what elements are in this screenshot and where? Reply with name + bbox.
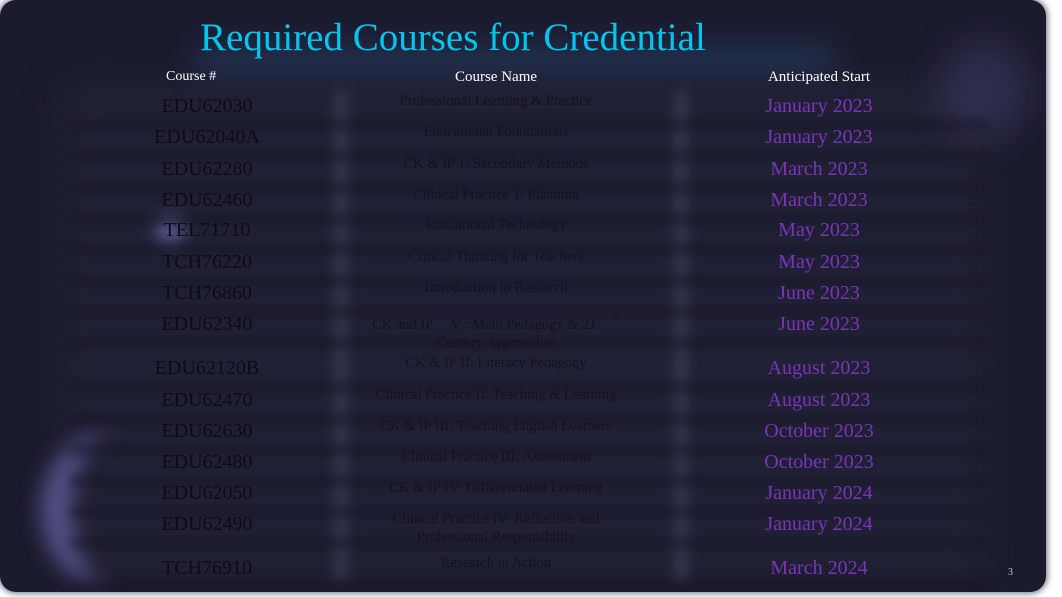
header-anticipated-start: Anticipated Start xyxy=(767,69,871,85)
course-code: EDU62280 xyxy=(161,158,253,180)
course-code: EDU62120B xyxy=(154,357,260,379)
course-name-text: Clinical Practice III: Assessment xyxy=(401,449,591,465)
course-name: CK and IP V : Math Pedagogy & 21 st Centur… xyxy=(340,310,652,352)
course-code: TCH76860 xyxy=(162,282,252,304)
course-name-text: Clinical Practice 1: Planning xyxy=(412,187,580,203)
course-name-line2: Professional Responsibility xyxy=(416,529,576,545)
anticipated-start: March 2023 xyxy=(770,158,868,180)
course-name-text: Research in Action xyxy=(440,555,552,571)
slide-title: Required Courses for Credential xyxy=(200,16,706,59)
anticipated-start: March 2024 xyxy=(770,557,868,579)
anticipated-start: January 2024 xyxy=(765,513,873,535)
slide: Required Courses for Credential Course #… xyxy=(0,0,1046,592)
course-name-text: Professional Learning & Practice xyxy=(399,93,593,109)
course-name-line2: Century Approaches xyxy=(436,335,556,351)
course-name-text: CK and IP V : Math Pedagogy & 21 xyxy=(372,317,597,333)
course-name: Critical Thinking for Teachers xyxy=(340,248,652,266)
course-code: EDU62490 xyxy=(161,513,253,535)
course-code: EDU62470 xyxy=(161,389,253,411)
course-name-text: Clinical Practice IV: Reflection and xyxy=(392,511,600,527)
course-code: EDU62040A xyxy=(154,126,260,148)
course-name-text: CK & IP II: Literacy Pedagogy xyxy=(405,355,587,371)
anticipated-start: August 2023 xyxy=(767,389,871,411)
course-name: CK & IP 1: Secondary Methods xyxy=(340,155,652,173)
anticipated-start: January 2024 xyxy=(765,482,873,504)
anticipated-start: October 2023 xyxy=(764,420,874,442)
course-name-text: CK & IP IV: Differentiated Learning xyxy=(389,480,603,496)
header-course-name: Course Name xyxy=(454,69,538,85)
course-code: TCH76220 xyxy=(162,251,252,273)
anticipated-start: May 2023 xyxy=(778,251,860,273)
course-name-text: CK & IP 1: Secondary Methods xyxy=(403,156,589,172)
course-name-superscript: st xyxy=(614,314,620,323)
course-name-text: Educational Technology xyxy=(425,217,567,233)
course-name: CK & IP II: Literacy Pedagogy xyxy=(340,354,652,372)
page-number: 3 xyxy=(1008,567,1013,578)
anticipated-start: January 2023 xyxy=(765,126,873,148)
anticipated-start: May 2023 xyxy=(778,219,860,241)
course-name: Clinical Practice III: Assessment xyxy=(340,448,652,466)
course-name: Educational Foundations xyxy=(340,123,652,141)
course-name-text: Clinical Practice II: Teaching & Learnin… xyxy=(375,387,617,403)
header-course-number: Course # xyxy=(166,69,217,84)
course-name-text: CK & IP III: Teaching English Learners xyxy=(380,418,612,434)
course-name: Clinical Practice 1: Planning xyxy=(340,186,652,204)
row-divider xyxy=(70,582,990,592)
course-name: Research in Action xyxy=(340,554,652,572)
anticipated-start: March 2023 xyxy=(770,189,868,211)
course-name-text: Critical Thinking for Teachers xyxy=(408,249,584,265)
course-code: EDU62480 xyxy=(161,451,253,473)
anticipated-start: January 2023 xyxy=(765,95,873,117)
course-name: CK & IP IV: Differentiated Learning xyxy=(340,479,652,497)
course-code: EDU62030 xyxy=(161,95,253,117)
course-name: CK & IP III: Teaching English Learners xyxy=(340,417,652,435)
course-code: TCH76910 xyxy=(162,557,252,579)
course-code: EDU62630 xyxy=(161,420,253,442)
course-code: EDU62340 xyxy=(161,313,253,335)
course-name-text: Introduction to Research xyxy=(424,280,568,296)
course-code: EDU62460 xyxy=(161,189,253,211)
course-name: Introduction to Research xyxy=(340,279,652,297)
course-code: EDU62050 xyxy=(161,482,253,504)
course-name-text: Educational Foundations xyxy=(423,124,569,140)
anticipated-start: June 2023 xyxy=(778,313,860,335)
anticipated-start: October 2023 xyxy=(764,451,874,473)
course-name: Clinical Practice IV: Reflection and Prof… xyxy=(340,510,652,546)
course-name: Professional Learning & Practice xyxy=(340,92,652,110)
course-code: TEL71710 xyxy=(163,219,251,241)
course-name: Educational Technology xyxy=(340,216,652,234)
course-name: Clinical Practice II: Teaching & Learnin… xyxy=(340,386,652,404)
anticipated-start: August 2023 xyxy=(767,357,871,379)
anticipated-start: June 2023 xyxy=(778,282,860,304)
